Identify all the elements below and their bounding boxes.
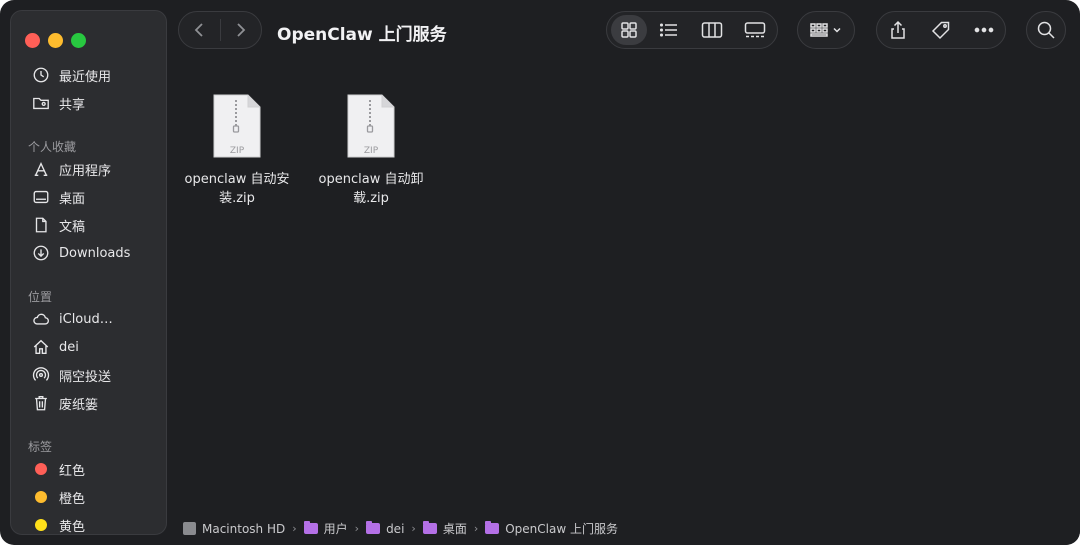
folder-icon: [303, 521, 318, 534]
sidebar-item-label: 桌面: [59, 191, 86, 207]
path-bar: Macintosh HD › 用户 › dei › 桌面 › OpenClaw …: [167, 512, 1080, 545]
sidebar-item-label: dei: [59, 339, 79, 355]
sidebar-item-tag-red[interactable]: 红色: [31, 458, 161, 480]
chevron-right-icon: ›: [473, 522, 479, 535]
more-icon: [974, 27, 994, 33]
group-icon: [810, 23, 841, 37]
sidebar-item-home[interactable]: dei: [31, 336, 161, 358]
sidebar-item-airdrop[interactable]: 隔空投送: [31, 364, 161, 386]
sidebar-item-label: 黄色: [59, 519, 86, 535]
columns-icon: [701, 22, 722, 38]
finder-window: 最近使用 共享 个人收藏 应用程序 桌面 文稿 Downloads 位置 iCl…: [0, 0, 1080, 545]
list-icon: [659, 23, 677, 37]
sidebar-item-desktop[interactable]: 桌面: [31, 186, 161, 208]
back-button[interactable]: [179, 11, 220, 49]
sidebar-section-tags: 标签: [28, 440, 53, 454]
path-crumb-home[interactable]: dei: [366, 521, 404, 536]
sidebar-item-tag-orange[interactable]: 橙色: [31, 486, 161, 508]
folder-icon: [422, 521, 437, 534]
sidebar-section-locations: 位置: [28, 290, 53, 304]
folder-icon: [485, 521, 500, 534]
tag-color-dot: [31, 487, 51, 507]
sidebar-item-trash[interactable]: 废纸篓: [31, 392, 161, 414]
sidebar: 最近使用 共享 个人收藏 应用程序 桌面 文稿 Downloads 位置 iCl…: [10, 10, 167, 535]
clock-icon: [31, 65, 51, 85]
download-icon: [31, 243, 51, 263]
window-controls: [25, 33, 86, 48]
sidebar-item-applications[interactable]: 应用程序: [31, 158, 161, 180]
tag-color-dot: [31, 515, 51, 535]
path-crumb-disk[interactable]: Macintosh HD: [183, 522, 285, 536]
document-icon: [31, 215, 51, 235]
more-actions-button[interactable]: [962, 11, 1005, 49]
gallery-icon: [744, 22, 765, 38]
sidebar-item-icloud[interactable]: iCloud…: [31, 308, 161, 330]
shared-folder-icon: [31, 93, 51, 113]
share-tag-group: [876, 11, 1006, 49]
sidebar-item-label: 橙色: [59, 491, 86, 507]
grid-icon: [621, 22, 637, 38]
trash-icon: [31, 393, 51, 413]
view-mode-group: [606, 11, 778, 49]
sidebar-item-recents[interactable]: 最近使用: [31, 64, 161, 86]
chevron-right-icon: ›: [292, 522, 297, 535]
applications-icon: [31, 159, 51, 179]
sidebar-item-label: 隔空投送: [59, 369, 112, 385]
file-name: openclaw 自动安 装.zip: [184, 172, 290, 206]
share-icon: [891, 20, 906, 39]
list-view-button[interactable]: [647, 11, 690, 49]
hard-drive-icon: [183, 522, 196, 535]
share-button[interactable]: [877, 11, 920, 49]
desktop-icon: [31, 187, 51, 207]
airdrop-icon: [31, 365, 51, 385]
chevron-down-icon: [833, 27, 841, 33]
file-name: openclaw 自动卸 载.zip: [318, 172, 424, 206]
file-item[interactable]: ZIP openclaw 自动安 装.zip: [177, 92, 297, 208]
sidebar-item-tag-yellow[interactable]: 黄色: [31, 514, 161, 536]
sidebar-item-label: 废纸篓: [59, 397, 99, 413]
column-view-button[interactable]: [690, 11, 733, 49]
home-icon: [31, 337, 51, 357]
zoom-window-button[interactable]: [71, 33, 86, 48]
sidebar-section-favorites: 个人收藏: [28, 140, 77, 154]
sidebar-item-label: iCloud…: [59, 311, 113, 327]
chevron-left-icon: [194, 23, 203, 37]
cloud-icon: [31, 309, 51, 329]
sidebar-item-label: 红色: [59, 463, 86, 479]
tag-button[interactable]: [920, 11, 963, 49]
search-button[interactable]: [1026, 11, 1066, 49]
sidebar-item-label: 文稿: [59, 219, 86, 235]
sidebar-item-label: 最近使用: [59, 69, 112, 85]
search-icon: [1037, 21, 1055, 39]
minimize-window-button[interactable]: [48, 33, 63, 48]
sidebar-item-label: Downloads: [59, 245, 131, 261]
gallery-view-button[interactable]: [733, 11, 776, 49]
path-crumb-desktop[interactable]: 桌面: [422, 520, 467, 537]
chevron-right-icon: ›: [411, 522, 416, 535]
toolbar: OpenClaw 上门服务: [167, 0, 1080, 62]
sidebar-item-label: 应用程序: [59, 163, 112, 179]
navigation-buttons: [178, 11, 262, 49]
chevron-right-icon: ›: [354, 522, 360, 535]
sidebar-item-shared[interactable]: 共享: [31, 92, 161, 114]
folder-icon: [366, 521, 381, 534]
close-window-button[interactable]: [25, 33, 40, 48]
zip-badge: ZIP: [363, 146, 379, 156]
tag-icon: [931, 21, 950, 40]
icon-view-button[interactable]: [611, 15, 647, 45]
path-crumb-users[interactable]: 用户: [303, 520, 348, 537]
chevron-right-icon: [237, 23, 246, 37]
sidebar-item-downloads[interactable]: Downloads: [31, 242, 161, 264]
zip-badge: ZIP: [229, 146, 245, 156]
group-by-button[interactable]: [797, 11, 855, 49]
sidebar-item-label: 共享: [59, 97, 86, 113]
tag-color-dot: [31, 459, 51, 479]
sidebar-item-documents[interactable]: 文稿: [31, 214, 161, 236]
file-item[interactable]: ZIP openclaw 自动卸 载.zip: [311, 92, 431, 208]
forward-button[interactable]: [220, 11, 261, 49]
window-title: OpenClaw 上门服务: [277, 25, 447, 45]
path-crumb-current[interactable]: OpenClaw 上门服务: [485, 520, 618, 537]
